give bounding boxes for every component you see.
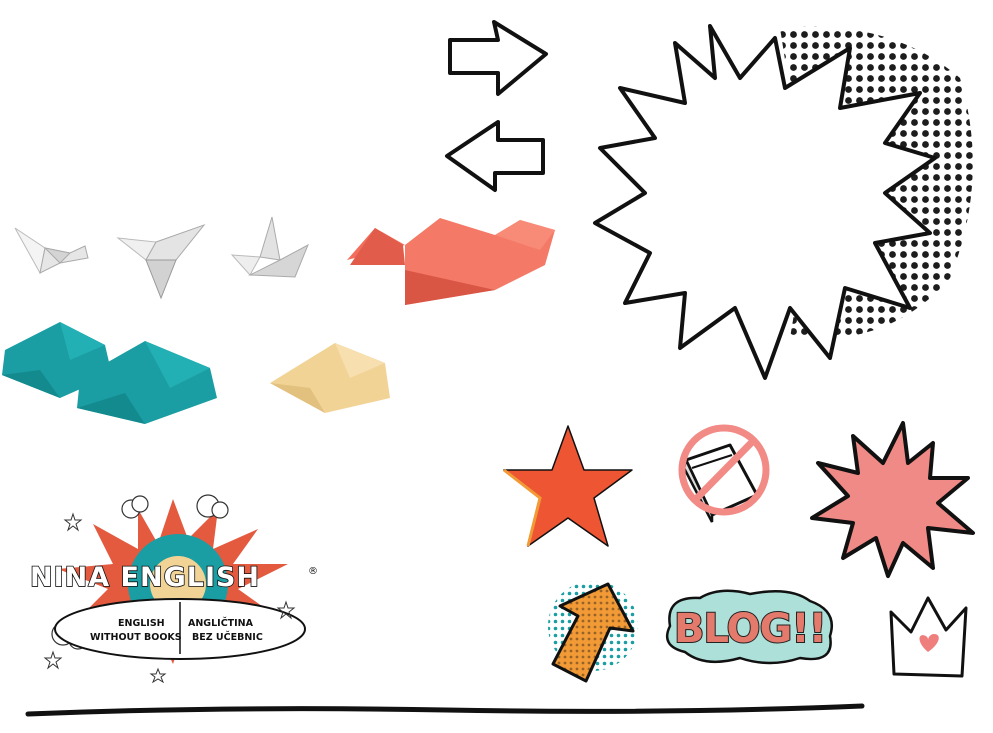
star-icon <box>500 422 635 550</box>
registered-mark: ® <box>308 566 318 577</box>
tagline-en-line1: ENGLISH <box>118 618 165 629</box>
arrow-left-outline-icon <box>443 118 548 193</box>
tagline-sk-line2: BEZ UČEBNIC <box>192 631 263 643</box>
tagline-en-line2: WITHOUT BOOKS <box>90 632 182 643</box>
logo-title: NINA ENGLISH <box>30 562 260 593</box>
origami-crane-icon <box>230 215 310 287</box>
comic-speech-burst-icon <box>590 18 990 398</box>
tagline-bubble: ENGLISH WITHOUT BOOKS ANGLIČTINA BEZ UČE… <box>54 598 306 660</box>
blog-sticker-text: BLOG!! <box>674 606 826 652</box>
arrow-right-outline-icon <box>446 18 551 98</box>
origami-dove-icon <box>116 220 208 300</box>
nina-english-logo: NINA ENGLISH ® ENGLISH WITHOUT BOOKS ANG… <box>28 494 328 684</box>
crown-heart-icon <box>886 594 972 682</box>
origami-bird-teal-icon <box>75 338 220 426</box>
hand-drawn-divider <box>25 700 866 722</box>
up-arrow-sticker-icon <box>538 576 638 688</box>
origami-bird-icon <box>10 218 90 280</box>
origami-bird-sand-icon <box>265 338 395 416</box>
pink-burst-icon <box>808 418 976 578</box>
no-books-icon <box>672 420 772 532</box>
tagline-sk-line1: ANGLIČTINA <box>188 617 254 629</box>
blog-sticker-icon: BLOG!! <box>660 586 838 668</box>
origami-bird-coral-icon <box>345 210 560 310</box>
